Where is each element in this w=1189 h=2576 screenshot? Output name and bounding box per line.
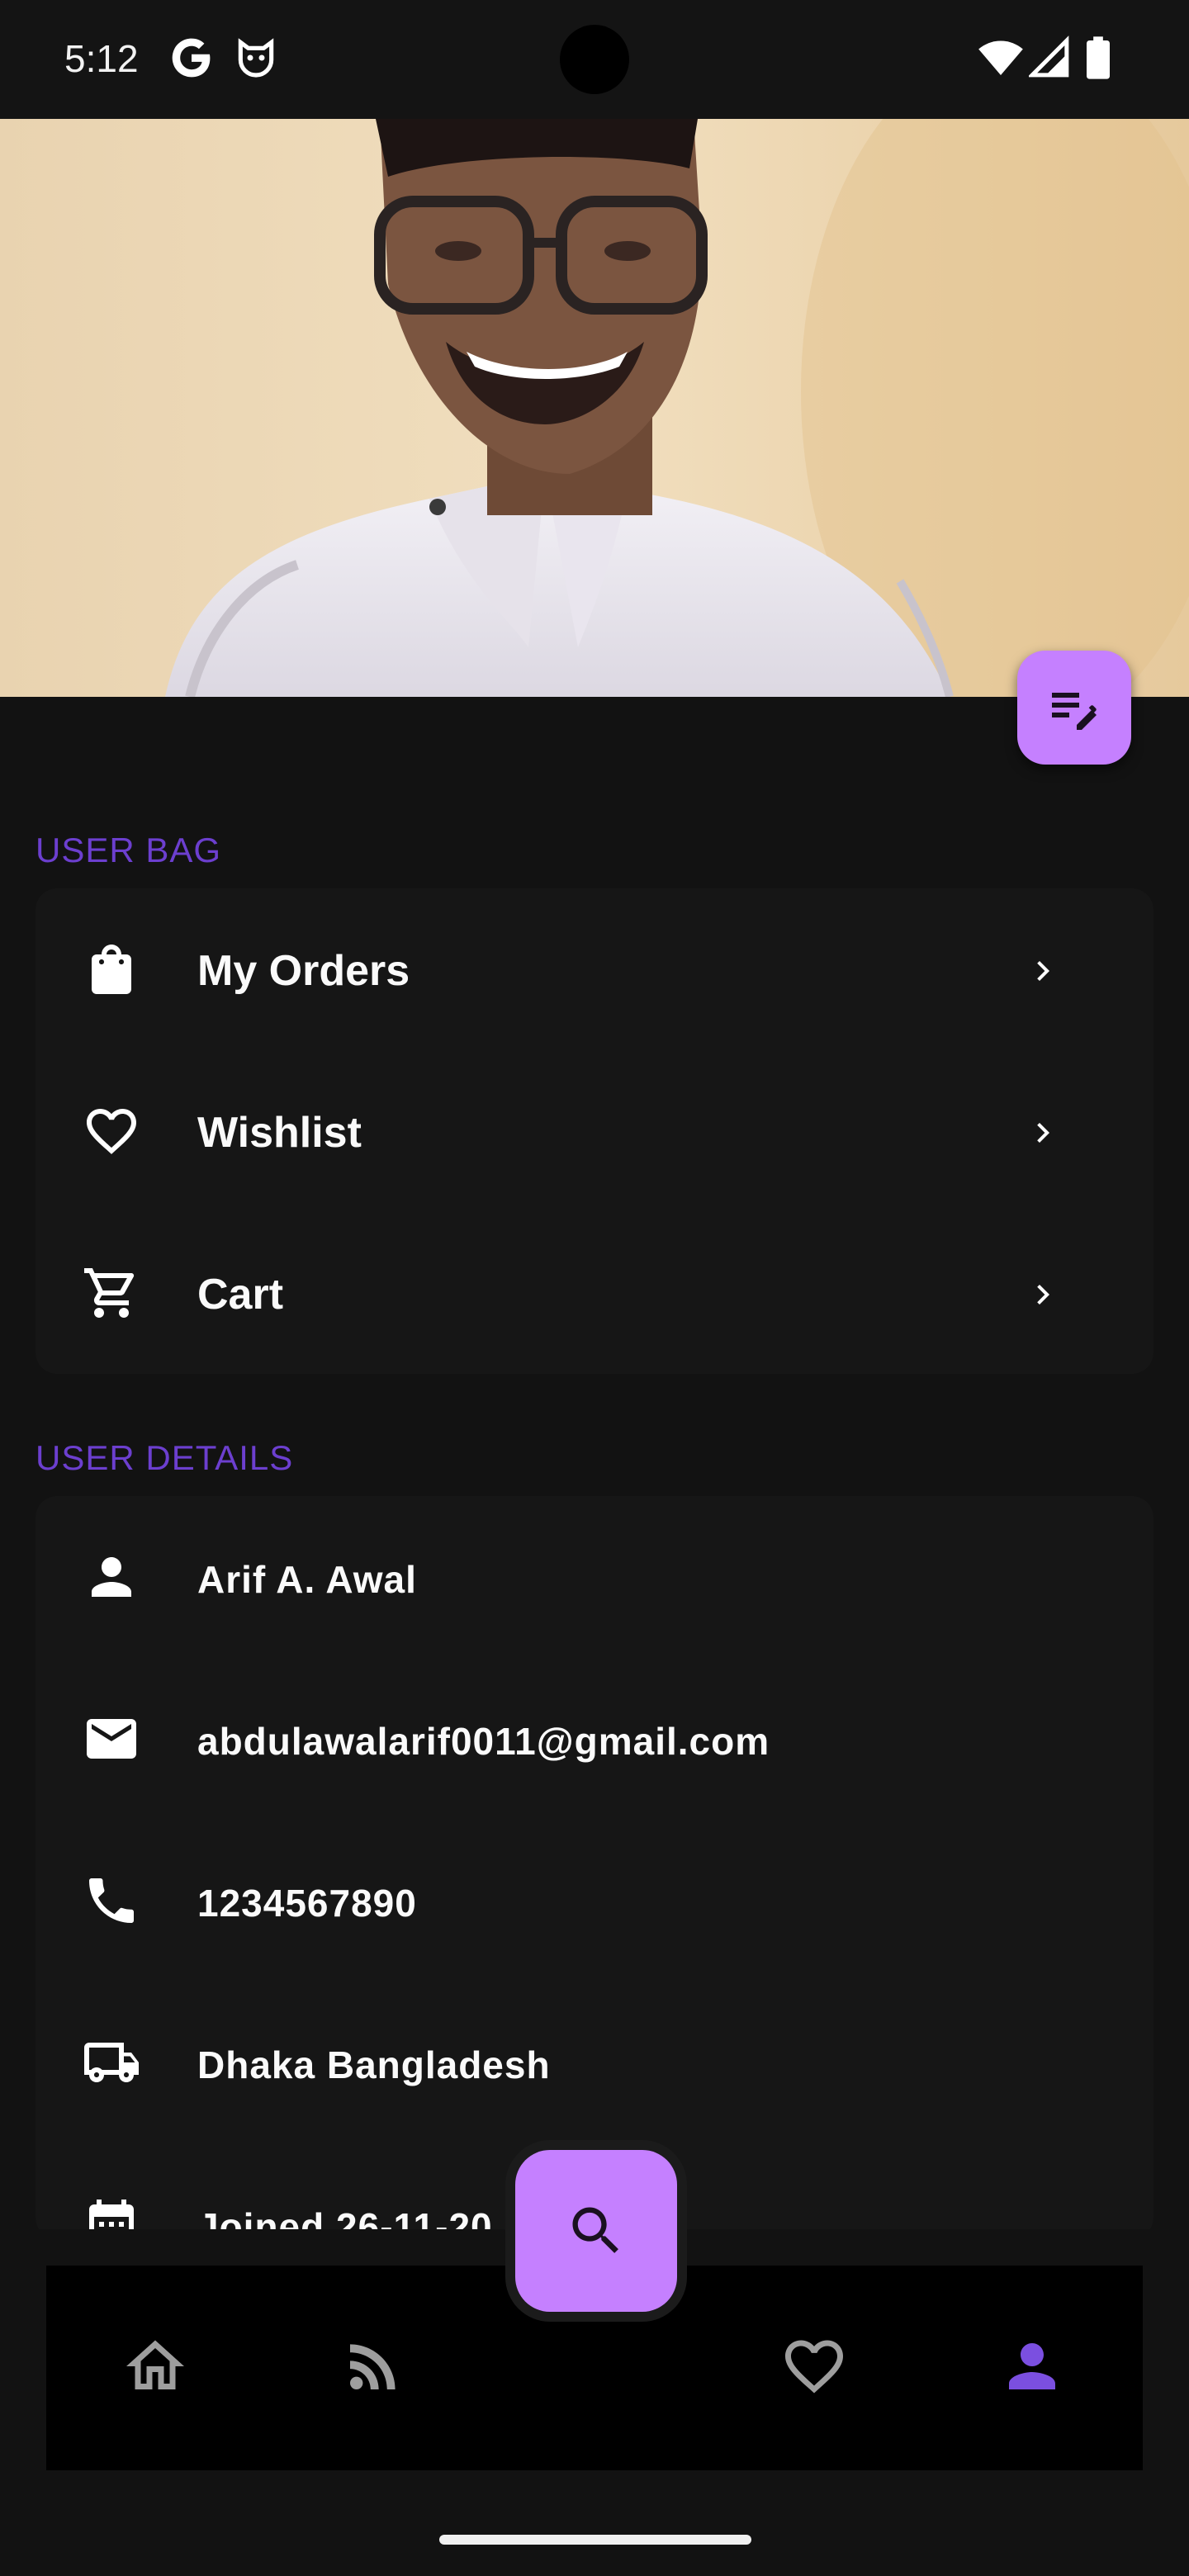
cart-icon <box>84 1268 135 1318</box>
user-address-item: Dhaka Bangladesh <box>36 1982 1153 2143</box>
user-bag-title: USER BAG <box>36 831 222 869</box>
person-icon[interactable] <box>997 2332 1067 2401</box>
user-details-card: Arif A. Awal abdulawalarif0011@gmail.com… <box>36 1496 1153 2239</box>
profile-photo-illustration <box>0 119 1189 697</box>
cat-face-icon <box>238 38 274 78</box>
edit-profile-button[interactable] <box>1017 651 1131 765</box>
search-button[interactable] <box>515 2150 677 2312</box>
chevron-right-icon <box>1037 961 1049 981</box>
user-name: Arif A. Awal <box>197 1558 417 1601</box>
google-icon <box>172 38 211 78</box>
search-icon <box>572 2207 618 2253</box>
heart-icon[interactable] <box>779 2332 849 2401</box>
battery-icon <box>1087 36 1110 79</box>
phone-icon <box>89 1878 134 1923</box>
gesture-bar[interactable] <box>439 2535 751 2545</box>
cart-item[interactable]: Cart <box>36 1212 1153 1374</box>
wishlist-label: Wishlist <box>197 1109 362 1157</box>
cart-label: Cart <box>197 1271 284 1319</box>
my-orders-label: My Orders <box>197 947 410 995</box>
edit-note-icon <box>1052 693 1097 730</box>
mail-icon <box>87 1719 136 1759</box>
wishlist-item[interactable]: Wishlist <box>36 1050 1153 1212</box>
my-orders-item[interactable]: My Orders <box>36 888 1153 1050</box>
profile-photo <box>0 119 1189 697</box>
person-icon <box>92 1557 131 1597</box>
status-bar: 5:12 <box>0 0 1189 119</box>
user-address: Dhaka Bangladesh <box>197 2043 551 2086</box>
camera-cutout <box>560 25 629 94</box>
status-time: 5:12 <box>64 37 139 80</box>
user-phone: 1234567890 <box>197 1882 417 1925</box>
wifi-icon <box>978 40 1023 75</box>
heart-outline-icon <box>87 1109 136 1154</box>
user-phone-item: 1234567890 <box>36 1820 1153 1982</box>
user-details-title: USER DETAILS <box>36 1438 294 1477</box>
user-email: abdulawalarif0011@gmail.com <box>197 1720 770 1763</box>
chevron-right-icon <box>1037 1123 1049 1143</box>
signal-icon <box>1029 36 1069 78</box>
user-name-item: Arif A. Awal <box>36 1496 1153 1658</box>
truck-icon <box>84 2043 139 2082</box>
shopping-bag-icon <box>92 945 131 994</box>
user-bag-card: My Orders Wishlist Cart <box>36 888 1153 1374</box>
chevron-right-icon <box>1037 1285 1049 1305</box>
home-icon[interactable] <box>121 2332 190 2401</box>
feed-icon[interactable] <box>339 2332 408 2401</box>
user-email-item: abdulawalarif0011@gmail.com <box>36 1658 1153 1820</box>
